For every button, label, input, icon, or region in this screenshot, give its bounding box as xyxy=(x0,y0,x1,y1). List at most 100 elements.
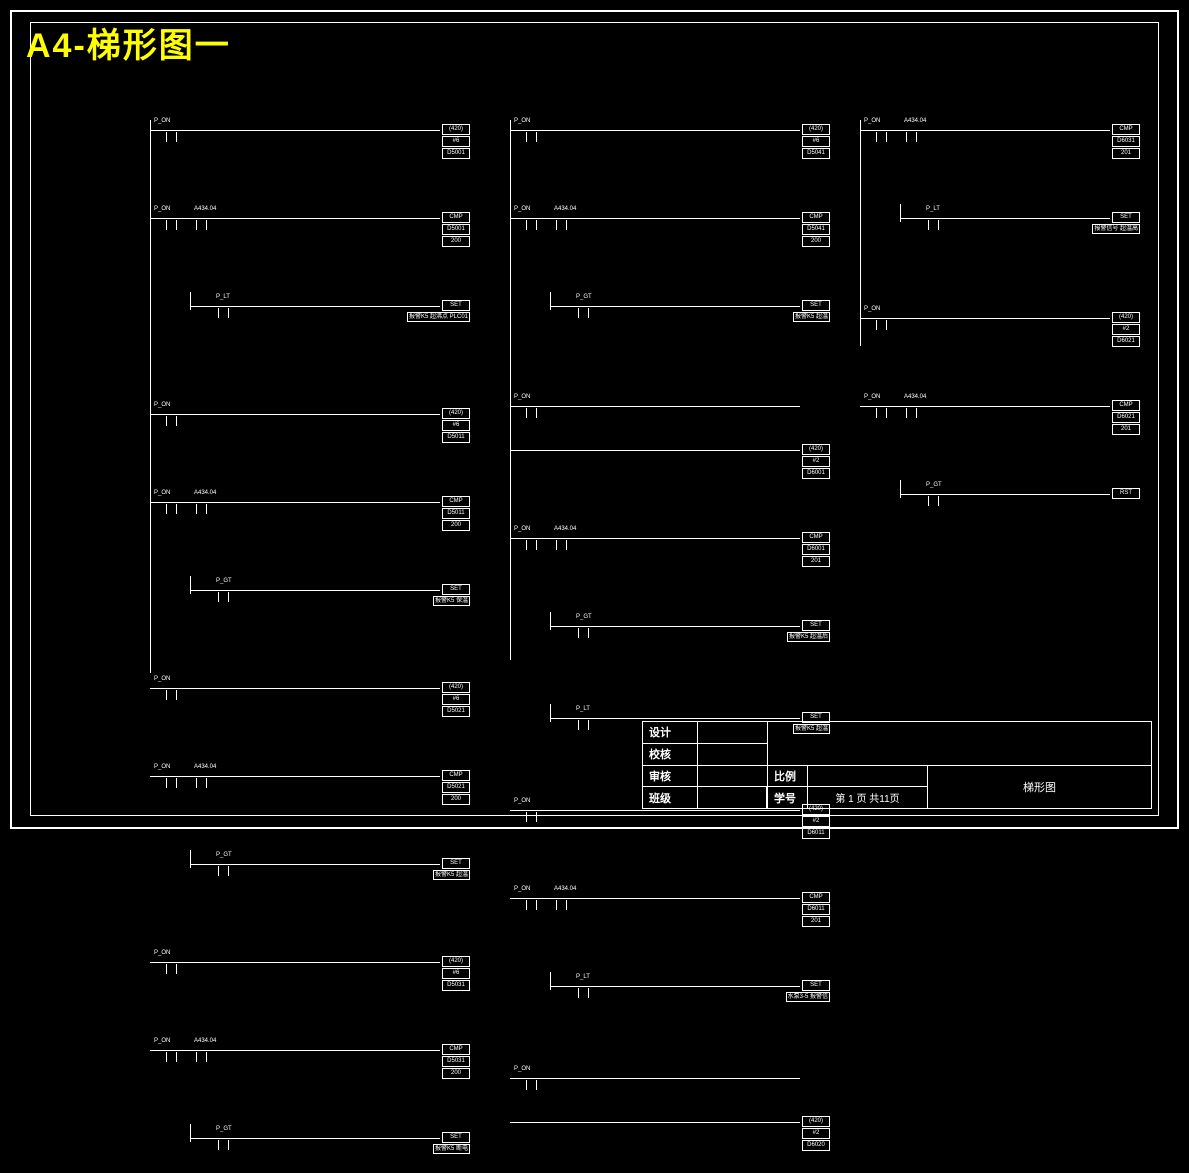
ladder-column-1: P_ON (420)#6D5001 P_ON A434.04CMPD5001200… xyxy=(150,120,470,673)
tb-page-info: 第 1 页 共11页 xyxy=(808,787,928,809)
output-box: SET xyxy=(442,584,470,595)
contact-icon xyxy=(558,212,560,219)
output-box: CMP xyxy=(442,770,470,781)
contact-label: P_GT xyxy=(216,578,232,584)
contact-label: A434.04 xyxy=(194,490,216,496)
output-box: D5001 xyxy=(442,148,470,159)
contact-label: A434.04 xyxy=(194,206,216,212)
contact-icon xyxy=(528,400,530,407)
output-box: (420) xyxy=(802,444,830,455)
ladder-rung: P_ON A434.04CMPD6001201 xyxy=(510,528,830,568)
ladder-rung: P_GT SET报警K5 保温 xyxy=(150,580,470,625)
contact-icon xyxy=(220,584,222,591)
output-box: 201 xyxy=(1112,424,1140,435)
output-box: D5031 xyxy=(442,980,470,991)
ladder-rung: P_ON (420)#6D5001 xyxy=(150,120,470,160)
contact-icon xyxy=(528,892,530,899)
contact-icon xyxy=(558,892,560,899)
output-box: 200 xyxy=(802,236,830,247)
output-box: D6001 xyxy=(802,468,830,479)
contact-icon xyxy=(198,212,200,219)
contact-icon xyxy=(528,804,530,811)
output-box: (420) xyxy=(802,124,830,135)
output-box: D5031 xyxy=(442,1056,470,1067)
ladder-rung: P_GTRST xyxy=(860,484,1140,524)
contact-label: A434.04 xyxy=(194,1038,216,1044)
contact-icon xyxy=(528,1072,530,1079)
ladder-rung: P_ON A434.04CMPD5001200 xyxy=(150,208,470,248)
ladder-rung: P_LTSET水泵3-5 报警信 xyxy=(510,976,830,1018)
output-box: D6011 xyxy=(802,828,830,839)
tb-studentid-label: 学号 xyxy=(768,787,808,809)
output-box: #2 xyxy=(802,456,830,467)
contact-icon xyxy=(168,1044,170,1051)
ladder-rung: P_LT SET报警信号 超温高 xyxy=(860,208,1140,254)
output-box: CMP xyxy=(802,532,830,543)
ladder-rung: (420)#2D6020 xyxy=(510,1112,830,1152)
output-box: (420) xyxy=(442,408,470,419)
output-box: D6021 xyxy=(1112,336,1140,347)
contact-icon xyxy=(168,956,170,963)
output-box: (420) xyxy=(1112,312,1140,323)
output-box: #6 xyxy=(442,968,470,979)
contact-label: P_LT xyxy=(926,206,940,212)
contact-label: A434.04 xyxy=(194,764,216,770)
ladder-rung: P_GT SET报警K5 超温 xyxy=(510,296,830,342)
output-box: #2 xyxy=(1112,324,1140,335)
contact-icon xyxy=(168,124,170,131)
output-box: 报警K5 超温后 xyxy=(787,632,830,642)
ladder-rung: P_ON A434.04CMPD5011200 xyxy=(150,492,470,532)
ladder-rung: P_ON (420)#6D5011 xyxy=(150,404,470,444)
output-box: CMP xyxy=(1112,124,1140,135)
output-box: CMP xyxy=(442,496,470,507)
contact-icon xyxy=(220,858,222,865)
ladder-rung: P_ON A434.04CMPD5031200 xyxy=(150,1040,470,1080)
contact-icon xyxy=(878,124,880,131)
contact-icon xyxy=(528,532,530,539)
output-box: CMP xyxy=(442,1044,470,1055)
output-box: 200 xyxy=(442,1068,470,1079)
contact-icon xyxy=(168,682,170,689)
output-box: 报警信号 超温高 xyxy=(1092,224,1140,234)
output-box: 报警K5 保温 xyxy=(433,596,470,606)
tb-blank-top xyxy=(768,722,1152,766)
output-box: SET xyxy=(802,620,830,631)
output-box: CMP xyxy=(802,892,830,903)
output-box: #6 xyxy=(442,694,470,705)
contact-icon xyxy=(198,496,200,503)
contact-icon xyxy=(580,712,582,719)
ladder-rung: P_ON (420)#2D6021 xyxy=(860,308,1140,348)
output-box: CMP xyxy=(1112,400,1140,411)
contact-icon xyxy=(198,1044,200,1051)
contact-icon xyxy=(580,300,582,307)
tb-design-label: 设计 xyxy=(643,722,698,744)
output-box: D5021 xyxy=(442,706,470,717)
tb-check-value xyxy=(698,743,768,765)
contact-label: A434.04 xyxy=(904,394,926,400)
output-box: 200 xyxy=(442,236,470,247)
ladder-rung: P_GTSET报警K5 超温后 xyxy=(510,616,830,658)
ladder-diagram: P_ON (420)#6D5001 P_ON A434.04CMPD5001200… xyxy=(150,120,1129,711)
contact-icon xyxy=(908,124,910,131)
contact-icon xyxy=(528,124,530,131)
output-box: 报警K5 超温 xyxy=(433,870,470,880)
contact-icon xyxy=(580,980,582,987)
contact-label: P_GT xyxy=(216,852,232,858)
output-box: SET xyxy=(1112,212,1140,223)
output-box: D5041 xyxy=(802,148,830,159)
contact-label: A434.04 xyxy=(554,206,576,212)
ladder-rung: P_GTSET报警K5 超温 xyxy=(150,854,470,899)
contact-icon xyxy=(168,770,170,777)
output-box: D6031 xyxy=(1112,136,1140,147)
output-box: SET xyxy=(802,300,830,311)
ladder-rung: P_ON (420)#6D5041 xyxy=(510,120,830,160)
output-box: 报警K5 超温 xyxy=(793,312,830,322)
output-box: D6020 xyxy=(802,1140,830,1151)
ladder-rung: P_ON A434.04CMPD5021200 xyxy=(150,766,470,806)
contact-icon xyxy=(908,400,910,407)
output-box: 200 xyxy=(442,520,470,531)
title-block: 设计 校核 审核 比例 梯形图 班级 学号 第 1 页 共11页 xyxy=(642,721,1152,809)
contact-icon xyxy=(528,212,530,219)
contact-label: P_GT xyxy=(576,294,592,300)
tb-class-label: 班级 xyxy=(643,787,698,809)
